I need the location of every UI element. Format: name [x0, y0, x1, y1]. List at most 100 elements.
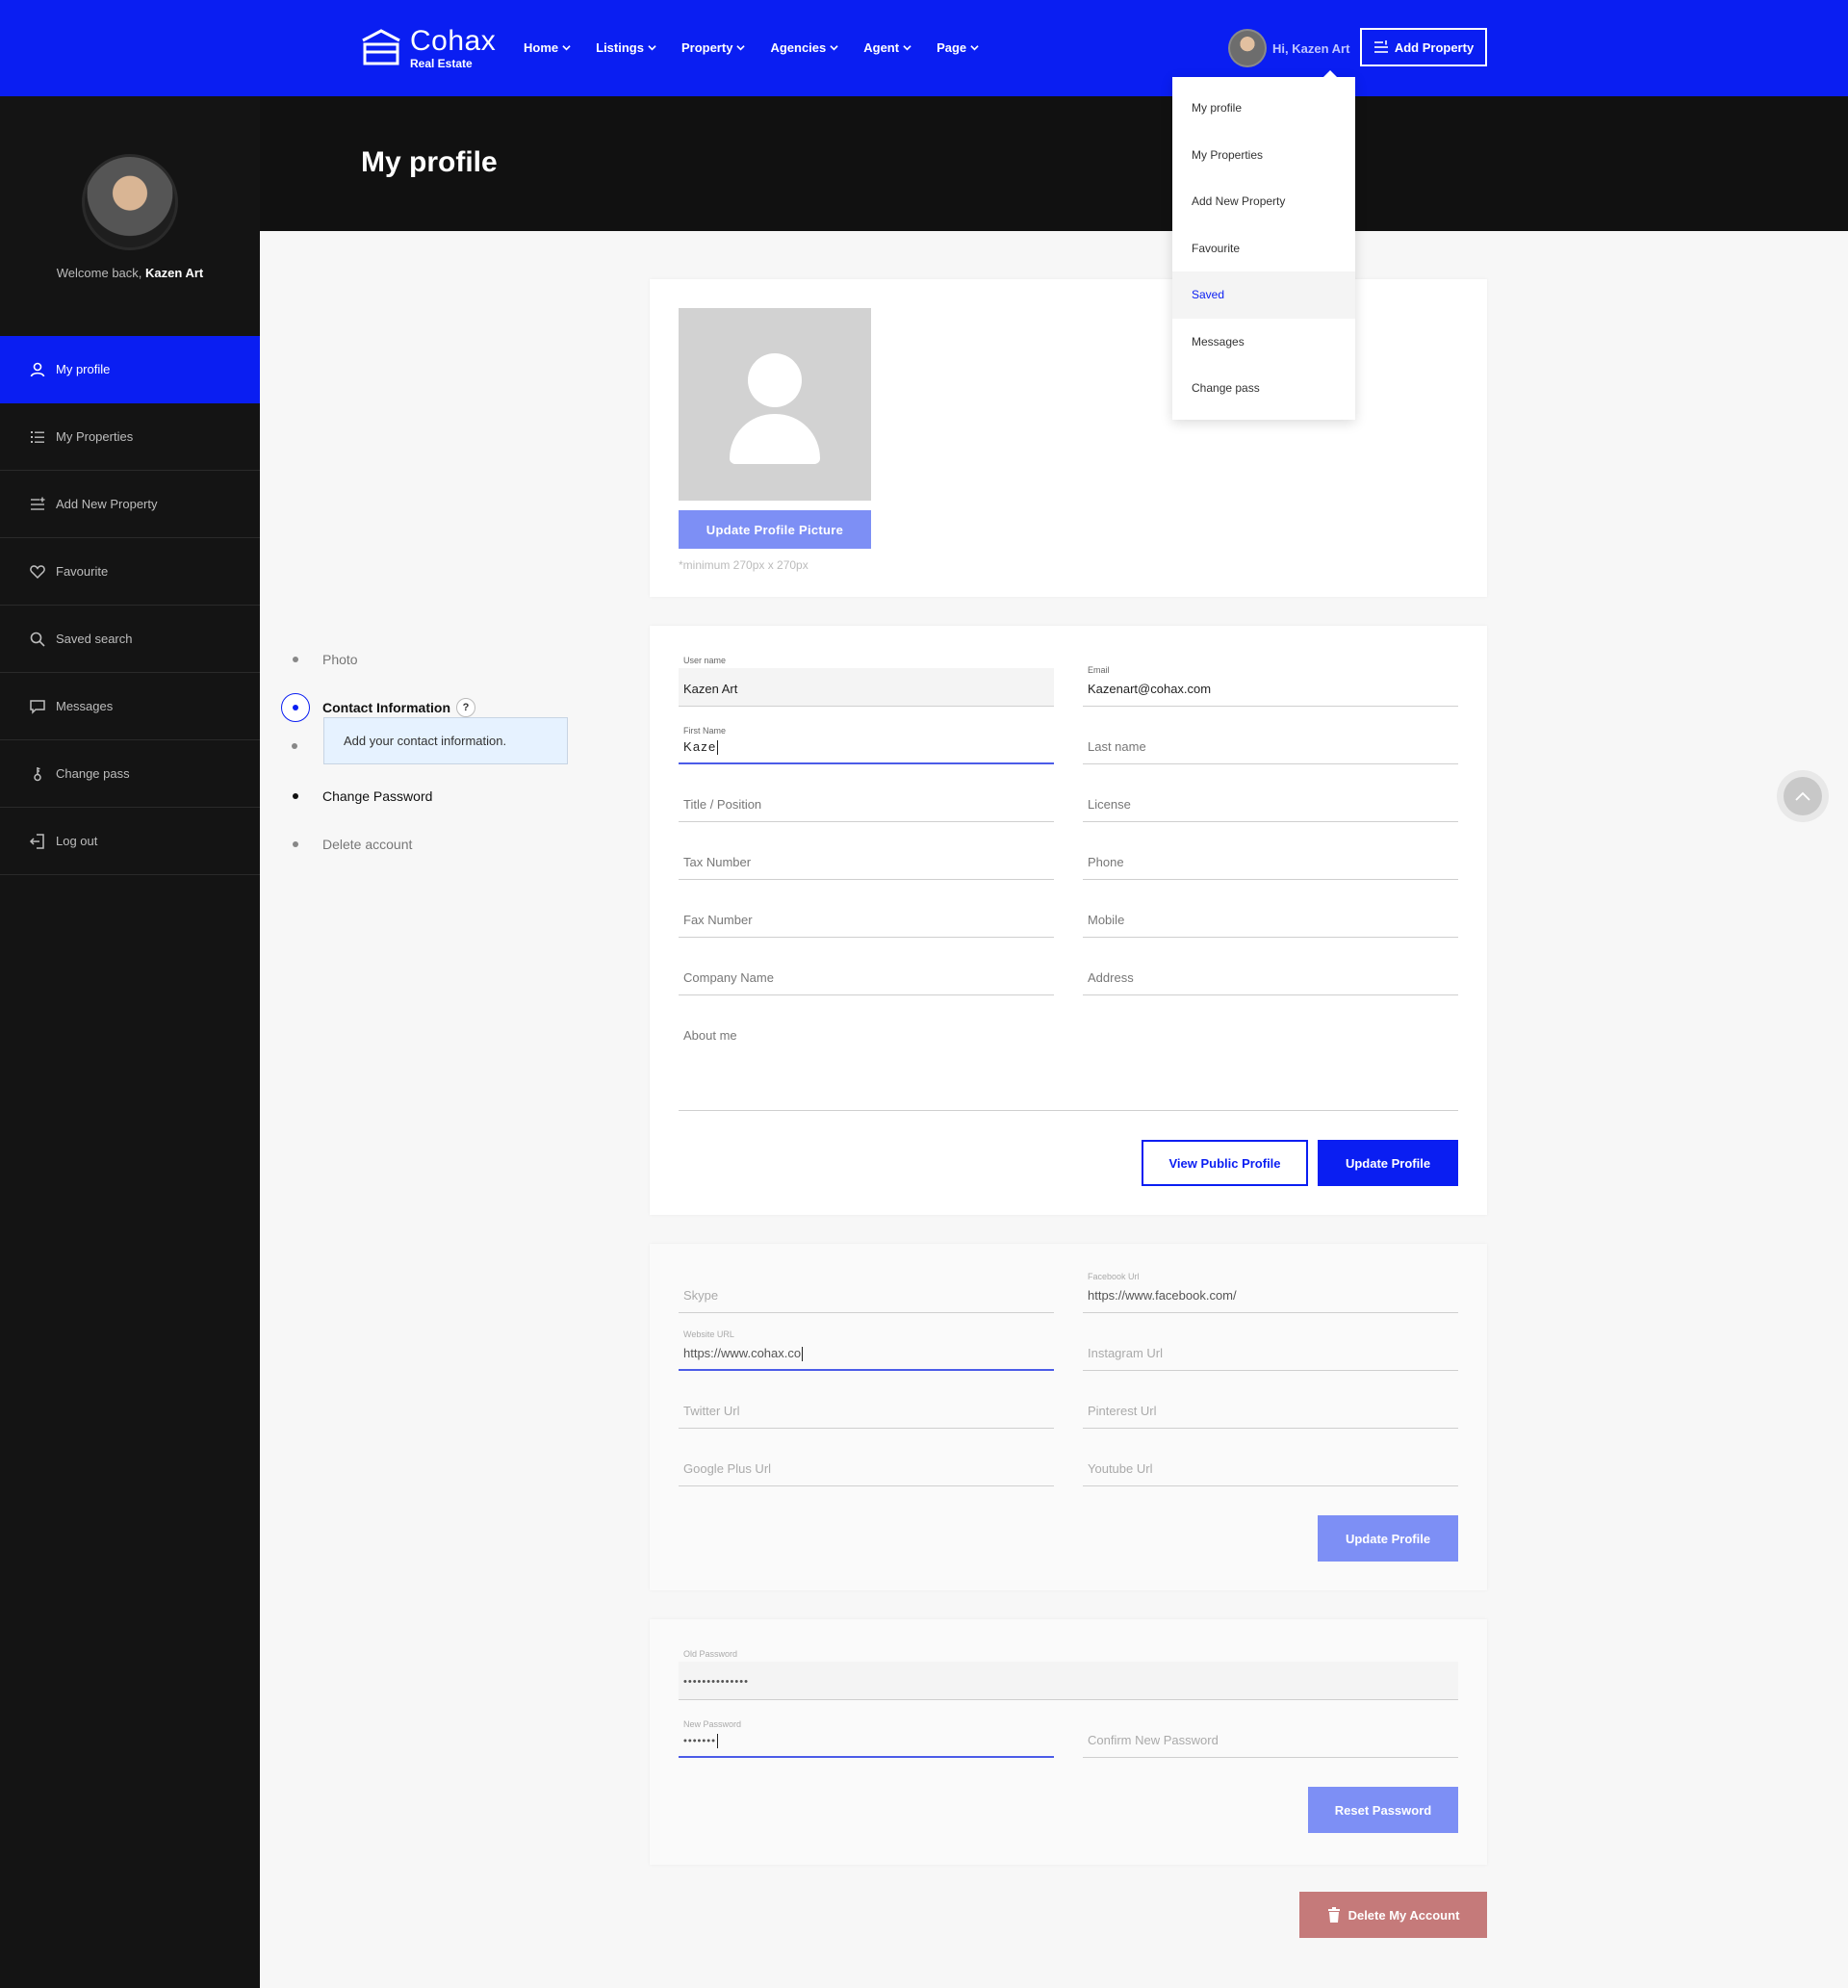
field-placeholder: Last name: [1088, 739, 1146, 754]
sidebar-item-add-new-property[interactable]: Add New Property: [0, 471, 260, 538]
logo[interactable]: Cohax Real Estate: [360, 27, 496, 69]
sidebar-item-label: Log out: [56, 834, 98, 848]
avatar: [1228, 29, 1267, 67]
field-value: •••••••: [683, 1734, 718, 1748]
pinterest-url-field[interactable]: Pinterest Url: [1083, 1390, 1458, 1429]
user-menu-toggle[interactable]: Hi, Kazen Art: [1228, 29, 1349, 67]
sidebar-item-change-pass[interactable]: Change pass: [0, 740, 260, 808]
sidebar-item-label: My profile: [56, 362, 111, 376]
sidebar-item-messages[interactable]: Messages: [0, 673, 260, 740]
add-list-icon: [1373, 40, 1388, 53]
dropdown-item-messages[interactable]: Messages: [1172, 319, 1355, 366]
nav-agencies[interactable]: Agencies: [770, 40, 838, 55]
dropdown-item-my-profile[interactable]: My profile: [1172, 85, 1355, 132]
email-field[interactable]: Email Kazenart@cohax.com: [1083, 665, 1458, 707]
welcome-message: Welcome back, Kazen Art: [0, 266, 260, 280]
field-value: https://www.cohax.co: [683, 1346, 804, 1362]
delete-account-button[interactable]: Delete My Account: [1299, 1892, 1487, 1938]
change-password-card: Old Password •••••••••••••• New Password…: [650, 1619, 1487, 1865]
sidebar-item-saved-search[interactable]: Saved search: [0, 606, 260, 673]
username-field[interactable]: User name Kazen Art: [679, 656, 1054, 707]
instagram-url-field[interactable]: Instagram Url: [1083, 1332, 1458, 1371]
update-profile-picture-button[interactable]: Update Profile Picture: [679, 510, 871, 549]
text-caret: [717, 740, 719, 756]
about-me-textarea[interactable]: About me: [679, 1015, 1458, 1111]
sidebar-item-my-properties[interactable]: My Properties: [0, 403, 260, 471]
field-value: Kaze: [683, 739, 719, 756]
step-dot: [293, 657, 298, 662]
old-password-field[interactable]: Old Password ••••••••••••••: [679, 1649, 1458, 1700]
dropdown-item-my-properties[interactable]: My Properties: [1172, 132, 1355, 179]
sidebar-item-my-profile[interactable]: My profile: [0, 336, 260, 403]
website-url-field[interactable]: Website URL https://www.cohax.co: [679, 1330, 1054, 1371]
nav-page[interactable]: Page: [937, 40, 979, 55]
view-public-profile-button[interactable]: View Public Profile: [1142, 1140, 1308, 1186]
license-field[interactable]: License: [1083, 784, 1458, 822]
search-icon: [30, 632, 45, 647]
field-placeholder: Mobile: [1088, 913, 1125, 927]
nav-home[interactable]: Home: [524, 40, 571, 55]
google-plus-url-field[interactable]: Google Plus Url: [679, 1448, 1054, 1486]
key-icon: [34, 766, 41, 781]
dropdown-item-add-new-property[interactable]: Add New Property: [1172, 178, 1355, 225]
chevron-down-icon: [970, 45, 979, 51]
title-position-field[interactable]: Title / Position: [679, 784, 1054, 822]
field-label: Email: [1088, 665, 1110, 675]
sidebar-item-favourite[interactable]: Favourite: [0, 538, 260, 606]
dropdown-item-favourite[interactable]: Favourite: [1172, 225, 1355, 272]
field-value-text: Kaze: [683, 739, 717, 754]
phone-field[interactable]: Phone: [1083, 841, 1458, 880]
chevron-down-icon: [562, 45, 571, 51]
field-placeholder: Pinterest Url: [1088, 1404, 1157, 1418]
nav-listings[interactable]: Listings: [596, 40, 656, 55]
mobile-field[interactable]: Mobile: [1083, 899, 1458, 938]
tax-number-field[interactable]: Tax Number: [679, 841, 1054, 880]
last-name-field[interactable]: Last name: [1083, 726, 1458, 764]
fax-number-field[interactable]: Fax Number: [679, 899, 1054, 938]
update-profile-button[interactable]: Update Profile: [1318, 1140, 1458, 1186]
message-icon: [30, 699, 45, 714]
skype-field[interactable]: Skype: [679, 1275, 1054, 1313]
field-value-text: https://www.cohax.co: [683, 1346, 802, 1360]
help-icon[interactable]: ?: [456, 698, 475, 717]
add-property-button[interactable]: Add Property: [1360, 28, 1487, 66]
sidebar-item-log-out[interactable]: Log out: [0, 808, 260, 875]
dropdown-item-change-pass[interactable]: Change pass: [1172, 365, 1355, 412]
nav-label: Page: [937, 40, 967, 55]
nav-property[interactable]: Property: [681, 40, 746, 55]
confirm-password-field[interactable]: Confirm New Password: [1083, 1719, 1458, 1758]
welcome-prefix: Welcome back,: [56, 266, 142, 280]
field-label: User name: [683, 656, 727, 665]
step-delete-account[interactable]: Delete account: [279, 820, 578, 868]
field-placeholder: Confirm New Password: [1088, 1733, 1219, 1747]
first-name-field[interactable]: First Name Kaze: [679, 726, 1054, 764]
scroll-to-top-button[interactable]: [1777, 770, 1829, 822]
facebook-url-field[interactable]: Facebook Url https://www.facebook.com/: [1083, 1272, 1458, 1313]
step-label: Contact Information: [322, 700, 450, 715]
youtube-url-field[interactable]: Youtube Url: [1083, 1448, 1458, 1486]
company-name-field[interactable]: Company Name: [679, 957, 1054, 995]
nav-agent[interactable]: Agent: [863, 40, 911, 55]
new-password-field[interactable]: New Password •••••••: [679, 1719, 1054, 1758]
update-social-profile-button[interactable]: Update Profile: [1318, 1515, 1458, 1562]
scroll-to-top-inner: [1784, 777, 1822, 815]
address-field[interactable]: Address: [1083, 957, 1458, 995]
step-current-indicator: [281, 693, 310, 722]
dashboard-sidebar: Welcome back, Kazen Art My profile My Pr…: [0, 96, 260, 1988]
sidebar-item-label: Saved search: [56, 632, 133, 646]
logout-icon: [29, 833, 44, 849]
reset-password-button[interactable]: Reset Password: [1308, 1787, 1458, 1833]
step-change-password[interactable]: Change Password: [279, 772, 578, 820]
nav-label: Home: [524, 40, 559, 55]
field-label: New Password: [683, 1719, 742, 1729]
profile-photo-card: Update Profile Picture *minimum 270px x …: [650, 279, 1487, 597]
field-placeholder: Phone: [1088, 855, 1124, 869]
field-placeholder: Google Plus Url: [683, 1461, 772, 1476]
logo-subtitle: Real Estate: [410, 57, 473, 70]
step-photo[interactable]: Photo: [279, 635, 578, 684]
sidebar-item-label: Messages: [56, 699, 114, 713]
avatar: [82, 154, 178, 250]
chevron-down-icon: [903, 45, 911, 51]
dropdown-item-saved[interactable]: Saved: [1172, 271, 1355, 319]
twitter-url-field[interactable]: Twitter Url: [679, 1390, 1054, 1429]
